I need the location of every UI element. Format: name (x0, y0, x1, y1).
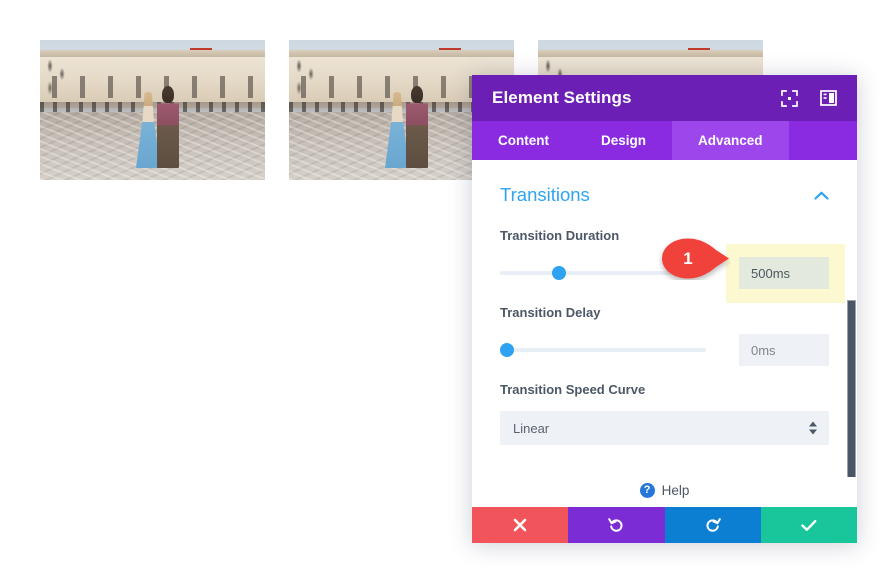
check-icon (801, 519, 817, 532)
transition-duration-input[interactable] (739, 257, 829, 289)
tab-design[interactable]: Design (575, 121, 672, 160)
undo-button[interactable] (568, 507, 665, 543)
cancel-button[interactable] (472, 507, 569, 543)
modal-scrollbar-thumb[interactable] (847, 300, 856, 477)
modal-footer (472, 507, 857, 543)
transition-speed-curve-select[interactable]: Linear (500, 411, 829, 445)
help-label: Help (661, 482, 690, 498)
modal-title: Element Settings (492, 88, 632, 107)
transition-speed-curve-select-wrap: Linear (500, 411, 829, 445)
layout-panel-icon[interactable] (820, 90, 837, 107)
transition-delay-row (500, 334, 829, 366)
redo-button[interactable] (664, 507, 761, 543)
transition-duration-slider[interactable] (500, 265, 706, 281)
transition-speed-curve-label: Transition Speed Curve (500, 382, 646, 397)
transition-delay-value-wrap (739, 334, 829, 366)
tab-content[interactable]: Content (472, 121, 575, 160)
modal-header: Element Settings (472, 75, 857, 121)
field-transition-delay: Transition Delay (500, 305, 829, 366)
couple-figures (385, 82, 431, 168)
help-bar[interactable]: ? Help (472, 477, 857, 507)
chevron-up-icon[interactable] (814, 188, 829, 202)
modal-scrollbar-track[interactable] (847, 160, 857, 477)
modal-body: Transitions Transition Duration 500ms Tr… (472, 160, 857, 477)
save-button[interactable] (760, 507, 857, 543)
field-transition-duration: Transition Duration (500, 228, 845, 303)
transition-delay-input[interactable] (739, 334, 829, 366)
help-icon: ? (639, 482, 655, 498)
focus-expand-icon[interactable] (781, 89, 798, 107)
transition-speed-curve-value: Linear (513, 420, 550, 436)
slider-handle[interactable] (551, 266, 566, 280)
transition-delay-slider[interactable] (500, 342, 706, 358)
statue-group (44, 54, 70, 104)
transition-delay-label: Transition Delay (500, 305, 601, 320)
slider-track (500, 271, 706, 275)
couple-figures (136, 82, 182, 168)
field-transition-speed-curve: Transition Speed Curve Linear (500, 382, 829, 445)
transition-duration-label: Transition Duration (500, 228, 620, 243)
slider-handle[interactable] (500, 343, 514, 357)
slider-track (500, 348, 706, 352)
modal-tabs: Content Design Advanced (472, 121, 857, 160)
transition-duration-value-wrap (726, 244, 845, 303)
photo-backdrop (40, 40, 265, 180)
transitions-section-header[interactable]: Transitions (500, 160, 829, 212)
tab-advanced[interactable]: Advanced (672, 121, 789, 160)
groom-figure (157, 86, 179, 168)
modal-header-actions (781, 89, 837, 107)
groom-figure (406, 86, 428, 168)
transition-duration-row (500, 244, 845, 303)
gallery-image-1[interactable] (40, 40, 265, 180)
section-title-transitions: Transitions (500, 184, 590, 205)
element-settings-modal: Element Settings Content Design Advanced (472, 75, 857, 543)
statue-group (293, 54, 319, 104)
close-icon (513, 518, 527, 532)
undo-icon (608, 517, 624, 533)
redo-icon (705, 517, 721, 533)
